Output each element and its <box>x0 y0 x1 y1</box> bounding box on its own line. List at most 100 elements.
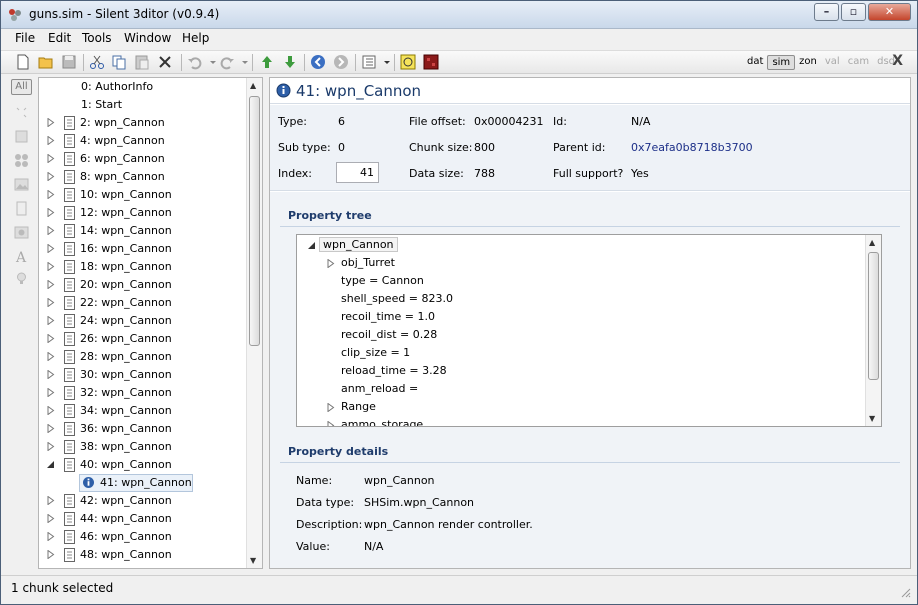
expand-arrow-icon[interactable] <box>47 190 55 199</box>
parent-id-link[interactable]: 0x7eafa0b8718b3700 <box>631 141 753 154</box>
mode-sim[interactable]: sim <box>767 55 796 70</box>
tree-item[interactable]: 34: wpn_Cannon <box>39 402 249 420</box>
back-button[interactable] <box>310 54 328 72</box>
expand-arrow-icon[interactable] <box>47 406 55 415</box>
sparkle-filter-icon[interactable] <box>14 105 29 120</box>
property-item[interactable]: Range <box>341 400 376 413</box>
scroll-up-arrow-icon[interactable]: ▲ <box>869 238 875 247</box>
tree-item[interactable]: 36: wpn_Cannon <box>39 420 249 438</box>
expand-arrow-icon[interactable] <box>47 298 55 307</box>
expand-arrow-icon[interactable] <box>47 118 55 127</box>
text-filter-icon[interactable]: A <box>14 249 29 264</box>
scroll-down-arrow-icon[interactable]: ▼ <box>869 414 875 423</box>
property-tree[interactable]: ▲ ▼ wpn_Cannon obj_Turret type = Cannon she… <box>296 234 882 427</box>
copy-button[interactable] <box>111 54 129 72</box>
menu-file[interactable]: File <box>15 31 35 45</box>
script-button[interactable] <box>400 54 418 72</box>
expand-arrow-icon[interactable] <box>47 370 55 379</box>
tree-item[interactable]: 26: wpn_Cannon <box>39 330 249 348</box>
expand-arrow-icon[interactable] <box>47 244 55 253</box>
expand-arrow-icon[interactable] <box>47 352 55 361</box>
expand-arrow-icon[interactable] <box>327 421 335 427</box>
expand-arrow-icon[interactable] <box>47 532 55 541</box>
expand-arrow-icon[interactable] <box>47 388 55 397</box>
document-filter-icon[interactable] <box>14 201 29 216</box>
property-item[interactable]: reload_time = 3.28 <box>341 364 447 377</box>
move-down-button[interactable] <box>282 54 300 72</box>
undo-button[interactable] <box>187 54 205 72</box>
expand-arrow-icon[interactable] <box>47 424 55 433</box>
scroll-up-arrow-icon[interactable]: ▲ <box>250 81 256 90</box>
expand-arrow-icon[interactable] <box>327 259 335 268</box>
new-button[interactable] <box>15 54 33 72</box>
light-filter-icon[interactable] <box>14 271 29 286</box>
mode-cam[interactable]: cam <box>844 55 873 70</box>
expand-arrow-icon[interactable] <box>47 154 55 163</box>
tree-item[interactable]: 16: wpn_Cannon <box>39 240 249 258</box>
property-item[interactable]: type = Cannon <box>341 274 424 287</box>
tree-item[interactable]: 10: wpn_Cannon <box>39 186 249 204</box>
tree-item[interactable]: 14: wpn_Cannon <box>39 222 249 240</box>
tree-item[interactable]: 0: AuthorInfo <box>39 78 249 96</box>
info-filter-icon[interactable] <box>14 225 29 240</box>
expanded-arrow-icon[interactable] <box>47 460 55 469</box>
tree-scrollbar[interactable]: ▲ ▼ <box>246 78 262 568</box>
dots-filter-icon[interactable] <box>14 153 29 168</box>
tree-item[interactable]: 22: wpn_Cannon <box>39 294 249 312</box>
tree-item[interactable]: 1: Start <box>39 96 249 114</box>
expand-arrow-icon[interactable] <box>47 496 55 505</box>
forward-button[interactable] <box>333 54 351 72</box>
expand-arrow-icon[interactable] <box>47 136 55 145</box>
expand-arrow-icon[interactable] <box>47 334 55 343</box>
tree-item[interactable]: 46: wpn_Cannon <box>39 528 249 546</box>
save-button[interactable] <box>61 54 79 72</box>
menu-edit[interactable]: Edit <box>48 31 71 45</box>
expand-arrow-icon[interactable] <box>47 280 55 289</box>
redo-button[interactable] <box>219 54 237 72</box>
property-item[interactable]: recoil_time = 1.0 <box>341 310 435 323</box>
tree-item[interactable]: 12: wpn_Cannon <box>39 204 249 222</box>
columns-dropdown[interactable] <box>379 54 390 72</box>
menu-tools[interactable]: Tools <box>82 31 112 45</box>
tree-item[interactable]: 20: wpn_Cannon <box>39 276 249 294</box>
tree-item[interactable]: 24: wpn_Cannon <box>39 312 249 330</box>
scrollbar-thumb[interactable] <box>249 96 260 346</box>
chunk-tree[interactable]: 48: wpn_Cannon 46: wpn_Cannon 44: wpn_Cann… <box>38 77 263 569</box>
cube-filter-icon[interactable] <box>14 129 29 144</box>
tree-item[interactable]: 32: wpn_Cannon <box>39 384 249 402</box>
mode-zon[interactable]: zon <box>795 55 821 70</box>
property-item[interactable]: ammo_storage <box>341 418 423 426</box>
tree-item[interactable]: 38: wpn_Cannon <box>39 438 249 456</box>
tree-item[interactable]: 28: wpn_Cannon <box>39 348 249 366</box>
close-document-button[interactable]: X <box>892 53 903 69</box>
filter-all-button[interactable]: All <box>11 79 32 95</box>
mode-val[interactable]: val <box>821 55 844 70</box>
expand-arrow-icon[interactable] <box>47 208 55 217</box>
menu-help[interactable]: Help <box>182 31 209 45</box>
tree-item[interactable]: 8: wpn_Cannon <box>39 168 249 186</box>
tree-item[interactable]: 6: wpn_Cannon <box>39 150 249 168</box>
undo-dropdown[interactable] <box>205 54 216 72</box>
scrollbar-thumb[interactable] <box>868 252 879 380</box>
redo-dropdown[interactable] <box>237 54 248 72</box>
tree-item[interactable]: 18: wpn_Cannon <box>39 258 249 276</box>
tree-item[interactable]: 48: wpn_Cannon <box>39 546 249 564</box>
mode-dat[interactable]: dat <box>743 55 767 70</box>
property-item[interactable]: recoil_dist = 0.28 <box>341 328 437 341</box>
delete-button[interactable] <box>157 54 175 72</box>
columns-button[interactable] <box>361 54 379 72</box>
index-input[interactable]: 41 <box>336 162 379 183</box>
render-button[interactable] <box>423 54 441 72</box>
expand-arrow-icon[interactable] <box>47 442 55 451</box>
property-tree-scrollbar[interactable]: ▲ ▼ <box>865 235 881 426</box>
property-item[interactable]: obj_Turret <box>341 256 395 269</box>
tree-item[interactable]: 2: wpn_Cannon <box>39 114 249 132</box>
maximize-button[interactable]: ▫ <box>841 3 866 21</box>
close-button[interactable]: ✕ <box>868 3 911 21</box>
tree-item[interactable]: 4: wpn_Cannon <box>39 132 249 150</box>
paste-button[interactable] <box>134 54 152 72</box>
expand-arrow-icon[interactable] <box>47 550 55 559</box>
property-item[interactable]: anm_reload = <box>341 382 418 395</box>
expand-arrow-icon[interactable] <box>327 403 335 412</box>
tree-item[interactable]: 30: wpn_Cannon <box>39 366 249 384</box>
